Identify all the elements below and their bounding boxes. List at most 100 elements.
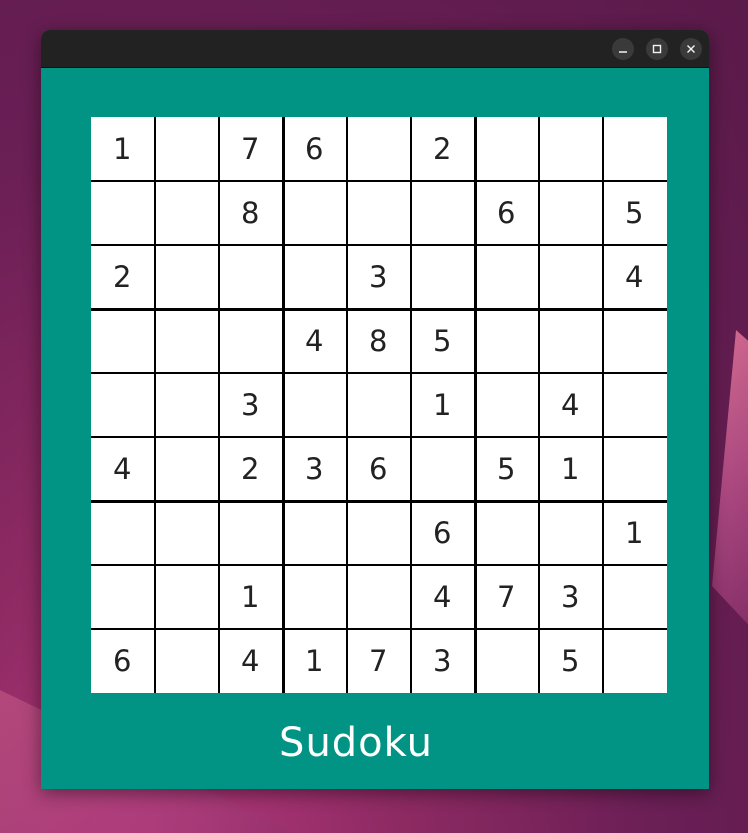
- grid-line-horizontal: [91, 180, 667, 182]
- sudoku-cell[interactable]: [539, 309, 603, 373]
- sudoku-cell[interactable]: 1: [219, 565, 283, 629]
- sudoku-cell[interactable]: [283, 501, 347, 565]
- sudoku-cell[interactable]: 6: [347, 437, 411, 501]
- sudoku-cell[interactable]: [283, 373, 347, 437]
- sudoku-cell[interactable]: 5: [411, 309, 475, 373]
- sudoku-cell[interactable]: [91, 501, 155, 565]
- sudoku-cell[interactable]: 2: [219, 437, 283, 501]
- sudoku-cell[interactable]: [155, 629, 219, 693]
- sudoku-cell[interactable]: 4: [283, 309, 347, 373]
- minimize-icon: [619, 51, 627, 53]
- block-divider-horizontal: [91, 308, 667, 311]
- sudoku-cell[interactable]: 4: [411, 565, 475, 629]
- sudoku-cell[interactable]: 1: [91, 117, 155, 181]
- sudoku-cell[interactable]: [411, 181, 475, 245]
- sudoku-cell[interactable]: [155, 373, 219, 437]
- sudoku-cell[interactable]: [475, 629, 539, 693]
- wallpaper-shape: [712, 330, 748, 650]
- sudoku-cell[interactable]: [539, 501, 603, 565]
- sudoku-cell[interactable]: 8: [219, 181, 283, 245]
- sudoku-cell[interactable]: 3: [219, 373, 283, 437]
- sudoku-cell[interactable]: [155, 309, 219, 373]
- sudoku-cell[interactable]: 2: [411, 117, 475, 181]
- grid-line-horizontal: [91, 244, 667, 246]
- app-title: Sudoku: [279, 720, 433, 766]
- grid-line-horizontal: [91, 564, 667, 566]
- sudoku-cell[interactable]: 3: [539, 565, 603, 629]
- sudoku-cell[interactable]: [155, 181, 219, 245]
- grid-line-horizontal: [91, 372, 667, 374]
- sudoku-cell[interactable]: [603, 437, 667, 501]
- grid-line-vertical: [154, 117, 156, 693]
- close-icon: [687, 45, 695, 53]
- sudoku-cell[interactable]: [411, 437, 475, 501]
- sudoku-cell[interactable]: [347, 117, 411, 181]
- close-button[interactable]: [680, 38, 702, 60]
- sudoku-cell[interactable]: [603, 309, 667, 373]
- sudoku-cell[interactable]: [283, 181, 347, 245]
- sudoku-cell[interactable]: 7: [347, 629, 411, 693]
- grid-line-vertical: [410, 117, 412, 693]
- sudoku-cell[interactable]: 6: [475, 181, 539, 245]
- sudoku-cell[interactable]: 4: [539, 373, 603, 437]
- sudoku-cell[interactable]: [91, 565, 155, 629]
- maximize-icon: [652, 44, 662, 54]
- sudoku-cell[interactable]: [155, 565, 219, 629]
- sudoku-cell[interactable]: [475, 501, 539, 565]
- sudoku-cell[interactable]: [539, 181, 603, 245]
- sudoku-cell[interactable]: [347, 373, 411, 437]
- sudoku-cell[interactable]: 8: [347, 309, 411, 373]
- sudoku-cell[interactable]: [283, 565, 347, 629]
- sudoku-cell[interactable]: [603, 565, 667, 629]
- sudoku-cell[interactable]: [219, 501, 283, 565]
- sudoku-cell[interactable]: [539, 117, 603, 181]
- sudoku-cell[interactable]: 1: [283, 629, 347, 693]
- sudoku-cell[interactable]: 7: [475, 565, 539, 629]
- sudoku-cell[interactable]: [155, 437, 219, 501]
- sudoku-cell[interactable]: [603, 117, 667, 181]
- sudoku-cell[interactable]: 6: [411, 501, 475, 565]
- maximize-button[interactable]: [646, 38, 668, 60]
- sudoku-cell[interactable]: [155, 501, 219, 565]
- app-window: 1762865234485314423651611473641735 Sudok…: [41, 30, 709, 789]
- sudoku-cell[interactable]: 4: [603, 245, 667, 309]
- grid-line-vertical: [218, 117, 220, 693]
- sudoku-cell[interactable]: [475, 309, 539, 373]
- sudoku-cell[interactable]: 3: [411, 629, 475, 693]
- sudoku-cell[interactable]: [539, 245, 603, 309]
- sudoku-cell[interactable]: 3: [347, 245, 411, 309]
- sudoku-cell[interactable]: [347, 501, 411, 565]
- sudoku-cell[interactable]: 1: [411, 373, 475, 437]
- sudoku-cell[interactable]: 3: [283, 437, 347, 501]
- minimize-button[interactable]: [612, 38, 634, 60]
- sudoku-cell[interactable]: [603, 373, 667, 437]
- sudoku-cell[interactable]: [347, 181, 411, 245]
- sudoku-cell[interactable]: 2: [91, 245, 155, 309]
- sudoku-cell[interactable]: [91, 181, 155, 245]
- sudoku-cell[interactable]: 1: [539, 437, 603, 501]
- sudoku-cell[interactable]: [347, 565, 411, 629]
- sudoku-cell[interactable]: [411, 245, 475, 309]
- sudoku-cell[interactable]: [91, 373, 155, 437]
- title-bar[interactable]: [41, 30, 709, 68]
- sudoku-cell[interactable]: [155, 245, 219, 309]
- sudoku-cell[interactable]: 1: [603, 501, 667, 565]
- sudoku-cell[interactable]: [475, 373, 539, 437]
- sudoku-cell[interactable]: [219, 245, 283, 309]
- sudoku-cell[interactable]: 6: [91, 629, 155, 693]
- sudoku-cell[interactable]: 5: [539, 629, 603, 693]
- sudoku-cell[interactable]: [475, 245, 539, 309]
- sudoku-cell[interactable]: 6: [283, 117, 347, 181]
- sudoku-cell[interactable]: [603, 629, 667, 693]
- sudoku-cell[interactable]: [155, 117, 219, 181]
- sudoku-cell[interactable]: 5: [475, 437, 539, 501]
- sudoku-cell[interactable]: 4: [219, 629, 283, 693]
- sudoku-cell[interactable]: [91, 309, 155, 373]
- sudoku-cell[interactable]: 5: [603, 181, 667, 245]
- sudoku-cell[interactable]: 7: [219, 117, 283, 181]
- sudoku-cell[interactable]: 4: [91, 437, 155, 501]
- sudoku-cell[interactable]: [219, 309, 283, 373]
- sudoku-cell[interactable]: [283, 245, 347, 309]
- sudoku-cell[interactable]: [475, 117, 539, 181]
- block-divider-horizontal: [91, 500, 667, 503]
